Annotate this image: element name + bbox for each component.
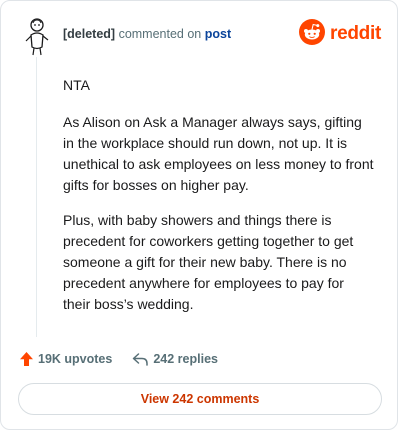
comment-meta: [deleted] commented on post bbox=[63, 27, 231, 41]
upvote-arrow-icon bbox=[19, 351, 34, 367]
comment-body: NTA As Alison on Ask a Manager always sa… bbox=[63, 75, 375, 329]
deleted-user-avatar-icon bbox=[21, 17, 53, 57]
comment-paragraph: As Alison on Ask a Manager always says, … bbox=[63, 114, 374, 193]
comment-card: [deleted] commented on post reddit NTA A… bbox=[0, 0, 398, 430]
author-name[interactable]: [deleted] bbox=[63, 27, 115, 41]
comment-paragraph: NTA bbox=[63, 77, 90, 93]
upvote-count: 19K upvotes bbox=[38, 352, 113, 366]
reply-arrow-icon bbox=[132, 352, 149, 366]
upvote-stat[interactable]: 19K upvotes bbox=[19, 351, 112, 367]
post-link[interactable]: post bbox=[205, 27, 231, 41]
reddit-logo[interactable]: reddit bbox=[299, 18, 381, 50]
thread-line[interactable] bbox=[36, 57, 37, 337]
comment-paragraph: Plus, with baby showers and things there… bbox=[63, 212, 354, 312]
reply-count: 242 replies bbox=[153, 352, 218, 366]
reply-stat[interactable]: 242 replies bbox=[132, 352, 218, 366]
view-comments-button[interactable]: View 242 comments bbox=[18, 383, 382, 415]
reddit-wordmark: reddit bbox=[330, 23, 381, 44]
action-text: commented on bbox=[115, 27, 205, 41]
comment-header: [deleted] commented on post reddit bbox=[21, 17, 381, 57]
reddit-snoo-icon bbox=[299, 18, 326, 50]
comment-stats: 19K upvotes 242 replies bbox=[19, 349, 218, 369]
